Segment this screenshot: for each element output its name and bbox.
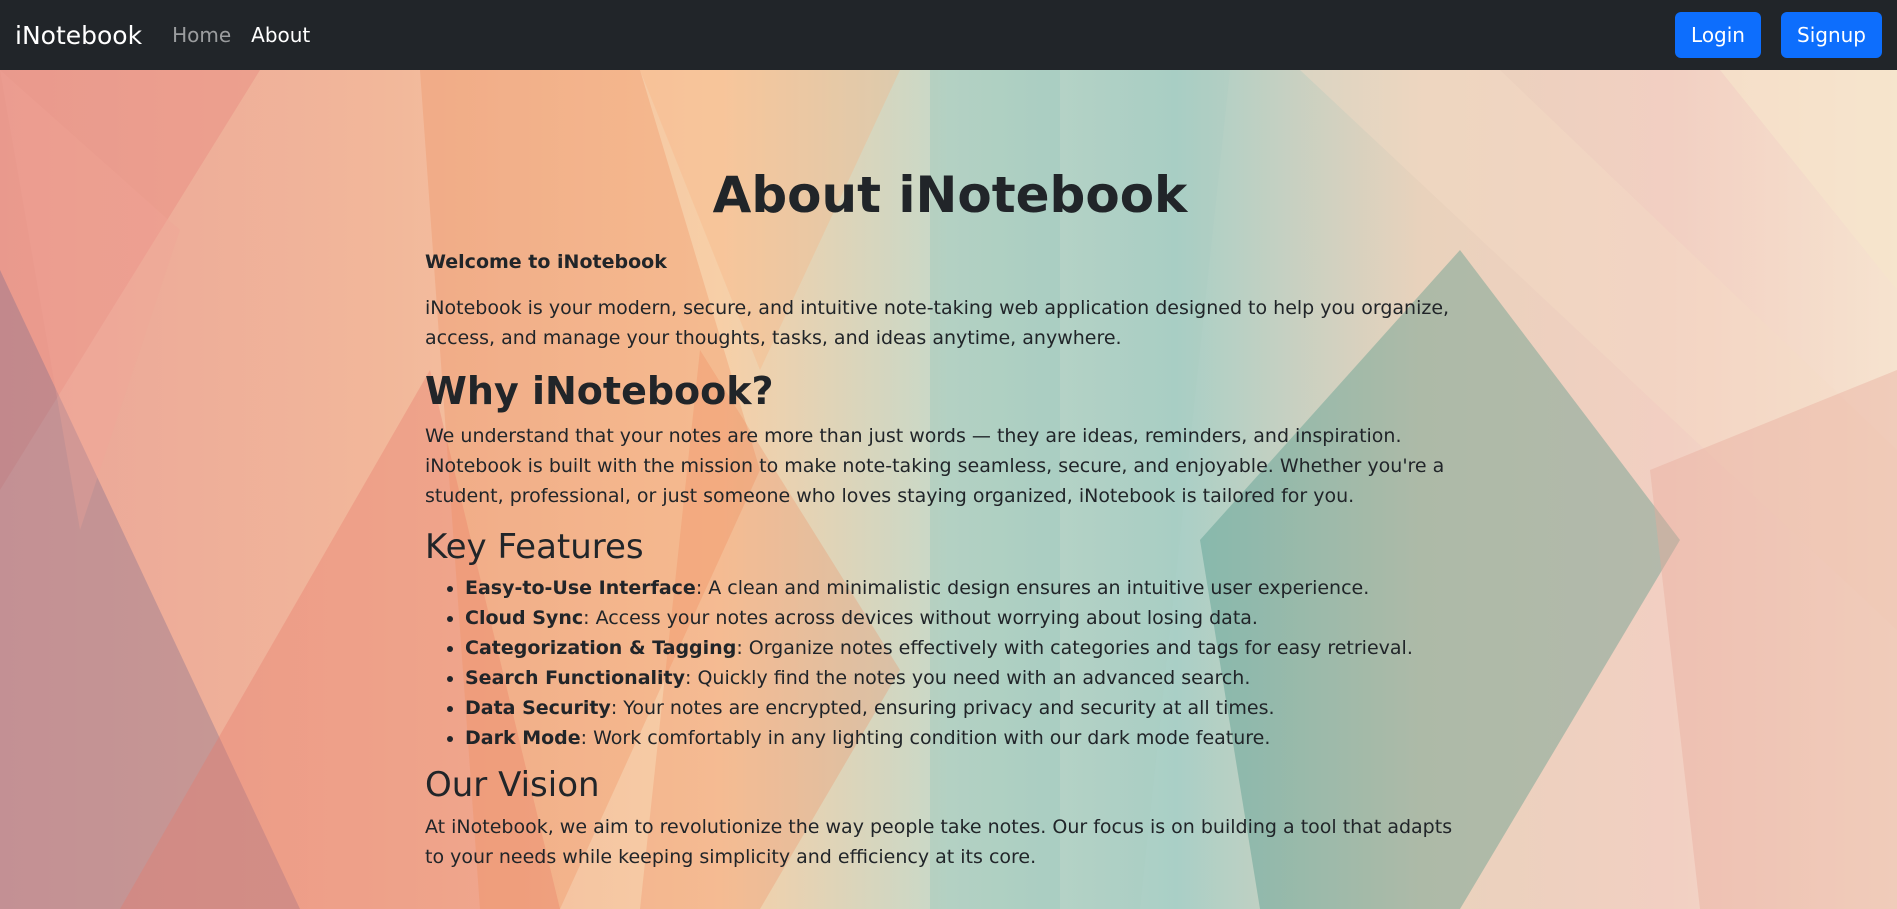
- feature-desc: : A clean and minimalistic design ensure…: [695, 577, 1370, 600]
- feature-desc: : Quickly find the notes you need with a…: [685, 667, 1251, 690]
- feature-desc: : Access your notes across devices witho…: [583, 607, 1258, 630]
- why-paragraph: We understand that your notes are more t…: [425, 424, 1445, 507]
- list-item: Easy-to-Use Interface: A clean and minim…: [465, 573, 1475, 603]
- why-heading: Why iNotebook?: [425, 369, 774, 413]
- auth-buttons: Login Signup: [1675, 12, 1882, 58]
- feature-name: Easy-to-Use Interface: [465, 577, 696, 600]
- feature-desc: : Work comfortably in any lighting condi…: [580, 727, 1271, 750]
- vision-paragraph: At iNotebook, we aim to revolutionize th…: [425, 816, 1453, 869]
- feature-desc: : Organize notes effectively with catego…: [736, 637, 1413, 660]
- list-item: Cloud Sync: Access your notes across dev…: [465, 603, 1475, 633]
- brand-logo-link[interactable]: iNotebook: [15, 21, 142, 50]
- welcome-heading: Welcome to iNotebook: [425, 251, 667, 273]
- feature-name: Cloud Sync: [465, 607, 584, 630]
- login-button[interactable]: Login: [1675, 12, 1761, 58]
- list-item: Data Security: Your notes are encrypted,…: [465, 693, 1475, 723]
- about-content: About iNotebook Welcome to iNotebook iNo…: [425, 70, 1475, 909]
- feature-name: Search Functionality: [465, 667, 686, 690]
- list-item: Dark Mode: Work comfortably in any light…: [465, 723, 1475, 753]
- page-title: About iNotebook: [712, 166, 1188, 224]
- features-list: Easy-to-Use Interface: A clean and minim…: [465, 573, 1475, 753]
- nav-link-home[interactable]: Home: [172, 23, 231, 47]
- intro-paragraph: iNotebook is your modern, secure, and in…: [425, 297, 1450, 349]
- feature-name: Data Security: [465, 697, 611, 720]
- signup-button[interactable]: Signup: [1781, 12, 1882, 58]
- feature-name: Categorization & Tagging: [465, 637, 737, 660]
- vision-heading: Our Vision: [425, 765, 600, 806]
- features-heading: Key Features: [425, 526, 644, 567]
- nav-link-about[interactable]: About: [251, 23, 310, 47]
- top-navbar: iNotebook Home About Login Signup: [0, 0, 1897, 70]
- list-item: Categorization & Tagging: Organize notes…: [465, 633, 1475, 663]
- feature-name: Dark Mode: [465, 727, 581, 750]
- feature-desc: : Your notes are encrypted, ensuring pri…: [610, 697, 1275, 720]
- list-item: Search Functionality: Quickly find the n…: [465, 663, 1475, 693]
